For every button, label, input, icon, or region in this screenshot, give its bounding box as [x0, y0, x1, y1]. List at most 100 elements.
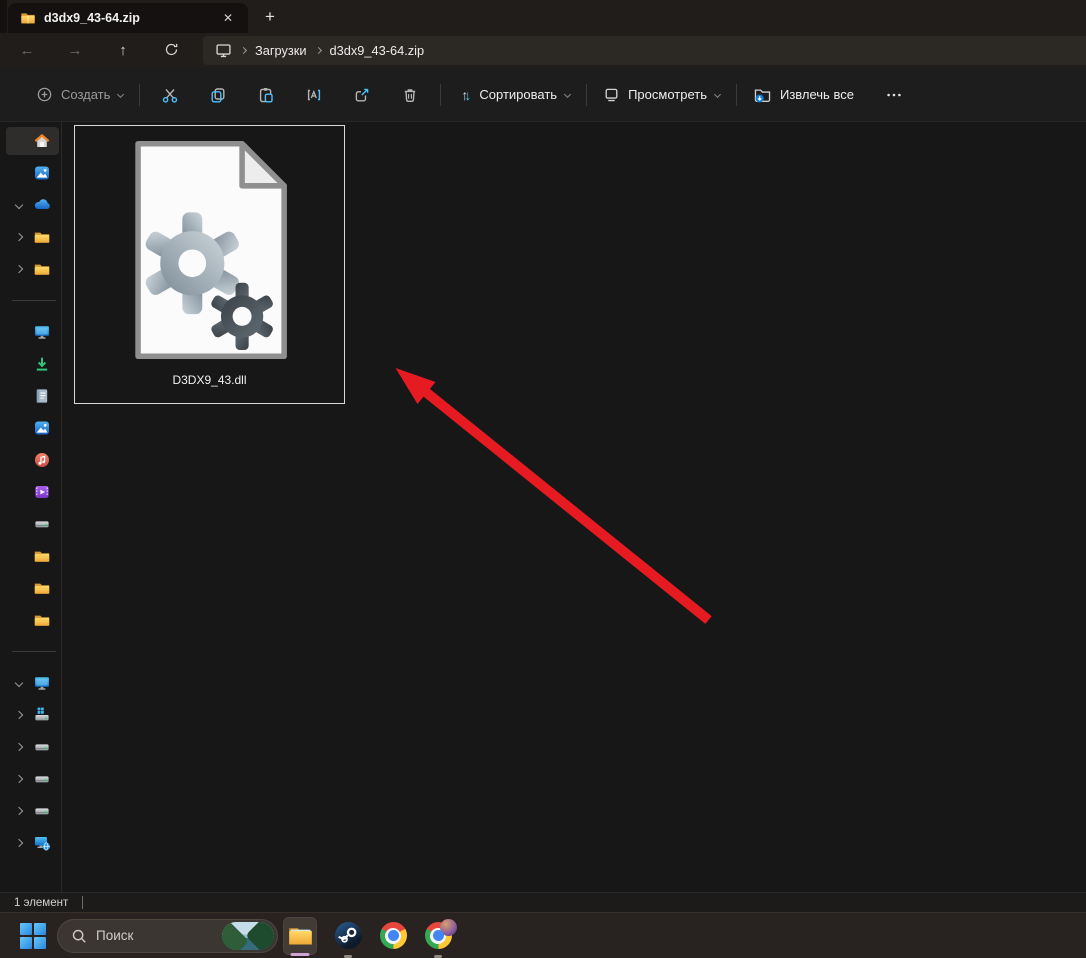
sidebar-item-videos[interactable]	[0, 476, 61, 508]
home-icon	[33, 132, 51, 150]
breadcrumb-downloads[interactable]: Загрузки	[255, 43, 307, 58]
sidebar-item-folder[interactable]	[0, 221, 61, 253]
view-icon	[605, 88, 618, 102]
refresh-icon[interactable]	[147, 37, 195, 65]
forward-icon[interactable]: →	[51, 37, 99, 65]
chevron-right-icon[interactable]	[14, 232, 24, 242]
windows-start-icon[interactable]	[20, 922, 46, 949]
chrome-icon	[379, 922, 407, 949]
chevron-down-icon[interactable]	[14, 678, 24, 688]
sidebar-item-folder[interactable]	[0, 572, 61, 604]
chevron-right-icon[interactable]	[14, 742, 24, 752]
drive-icon	[33, 515, 51, 533]
sort-icon: ↑↓	[461, 86, 472, 103]
command-bar: Создать ↑↓ Сортировать Просмотреть Извле…	[0, 68, 1086, 122]
taskbar-app-chrome[interactable]	[376, 917, 410, 955]
sidebar-item-gallery[interactable]	[0, 157, 61, 189]
videos-icon	[33, 483, 51, 501]
create-button[interactable]: Создать	[26, 78, 133, 111]
view-button[interactable]: Просмотреть	[593, 78, 730, 111]
folder-icon	[33, 579, 51, 597]
breadcrumb[interactable]: Загрузки d3dx9_43-64.zip	[203, 36, 1086, 65]
chevron-down-icon[interactable]	[14, 200, 24, 210]
profile-planet-badge	[439, 919, 457, 936]
sidebar-item-drive[interactable]	[0, 763, 61, 795]
windows-drive-icon	[33, 706, 51, 724]
sidebar-item-downloads[interactable]	[0, 348, 61, 380]
chrome-icon	[424, 919, 457, 949]
sidebar-item-desktop[interactable]	[0, 316, 61, 348]
search-highlight-image[interactable]	[222, 921, 274, 950]
paste-button[interactable]	[242, 77, 290, 113]
running-indicator	[290, 952, 310, 956]
chevron-right-icon[interactable]	[14, 806, 24, 816]
sidebar-item-this-pc[interactable]	[0, 667, 61, 699]
steam-icon	[334, 922, 362, 949]
taskbar-search[interactable]: Поиск	[57, 918, 278, 953]
cut-icon	[163, 88, 178, 103]
title-bar: d3dx9_43-64.zip ✕ +	[0, 0, 1086, 33]
pictures-icon	[33, 419, 51, 437]
chevron-right-icon[interactable]	[14, 264, 24, 274]
chevron-right-icon[interactable]	[14, 710, 24, 720]
breadcrumb-zip[interactable]: d3dx9_43-64.zip	[330, 43, 425, 58]
network-icon	[33, 834, 51, 852]
taskbar-app-file-explorer[interactable]	[283, 916, 317, 956]
dll-gears-file-icon	[127, 139, 293, 366]
back-icon[interactable]: ←	[3, 37, 51, 65]
sidebar-item-drive[interactable]	[0, 508, 61, 540]
explorer-tab[interactable]: d3dx9_43-64.zip ✕	[8, 3, 248, 33]
documents-icon	[33, 387, 51, 405]
sidebar-item-drive[interactable]	[0, 795, 61, 827]
navigation-pane	[0, 122, 62, 892]
chevron-right-icon[interactable]	[14, 838, 24, 848]
sidebar-item-music[interactable]	[0, 444, 61, 476]
sidebar-item-folder[interactable]	[0, 604, 61, 636]
address-bar: ← → ↑ Загрузки d3dx9_43-64.zip	[0, 33, 1086, 68]
cut-button[interactable]	[146, 77, 194, 113]
music-icon	[33, 451, 51, 469]
sort-label: Сортировать	[479, 87, 558, 102]
extract-all-label: Извлечь все	[779, 87, 854, 102]
taskbar-app-steam[interactable]	[331, 917, 365, 958]
sidebar-item-documents[interactable]	[0, 380, 61, 412]
chevron-down-icon	[713, 90, 722, 99]
share-button[interactable]	[338, 77, 386, 113]
paste-icon	[260, 87, 274, 102]
tab-close-icon[interactable]: ✕	[216, 10, 240, 26]
folder-icon	[33, 611, 51, 629]
sidebar-item-home[interactable]	[0, 125, 61, 157]
this-pc-icon	[33, 674, 51, 692]
sidebar-item-network[interactable]	[0, 827, 61, 859]
taskbar: Поиск	[0, 912, 1086, 958]
up-icon[interactable]: ↑	[99, 37, 147, 65]
search-icon	[72, 929, 86, 943]
rename-button[interactable]	[290, 77, 338, 113]
folder-icon	[33, 260, 51, 278]
chevron-down-icon	[564, 90, 572, 99]
taskbar-app-chrome-profile[interactable]	[421, 917, 457, 958]
sidebar-item-windows-drive[interactable]	[0, 699, 61, 731]
more-options-button[interactable]	[874, 77, 914, 113]
divider	[586, 83, 588, 106]
copy-icon	[211, 87, 225, 103]
chevron-down-icon	[117, 90, 125, 99]
sidebar-item-drive[interactable]	[0, 731, 61, 763]
sidebar-item-folder[interactable]	[0, 253, 61, 285]
drive-icon	[33, 802, 51, 820]
delete-button[interactable]	[386, 77, 434, 113]
extract-all-button[interactable]: Извлечь все	[743, 77, 864, 112]
new-tab-button[interactable]: +	[256, 5, 284, 29]
sort-button[interactable]: ↑↓ Сортировать	[451, 79, 580, 111]
sidebar-item-folder[interactable]	[0, 540, 61, 572]
sidebar-item-onedrive[interactable]	[0, 189, 61, 221]
create-label: Создать	[61, 87, 111, 102]
chevron-right-icon	[314, 46, 322, 55]
copy-button[interactable]	[194, 77, 242, 113]
running-indicator	[344, 954, 352, 958]
sidebar-item-pictures[interactable]	[0, 412, 61, 444]
this-pc-icon	[216, 44, 231, 58]
drive-icon	[33, 738, 51, 756]
file-item-d3dx9[interactable]: D3DX9_43.dll	[74, 125, 345, 404]
chevron-right-icon[interactable]	[14, 774, 24, 784]
